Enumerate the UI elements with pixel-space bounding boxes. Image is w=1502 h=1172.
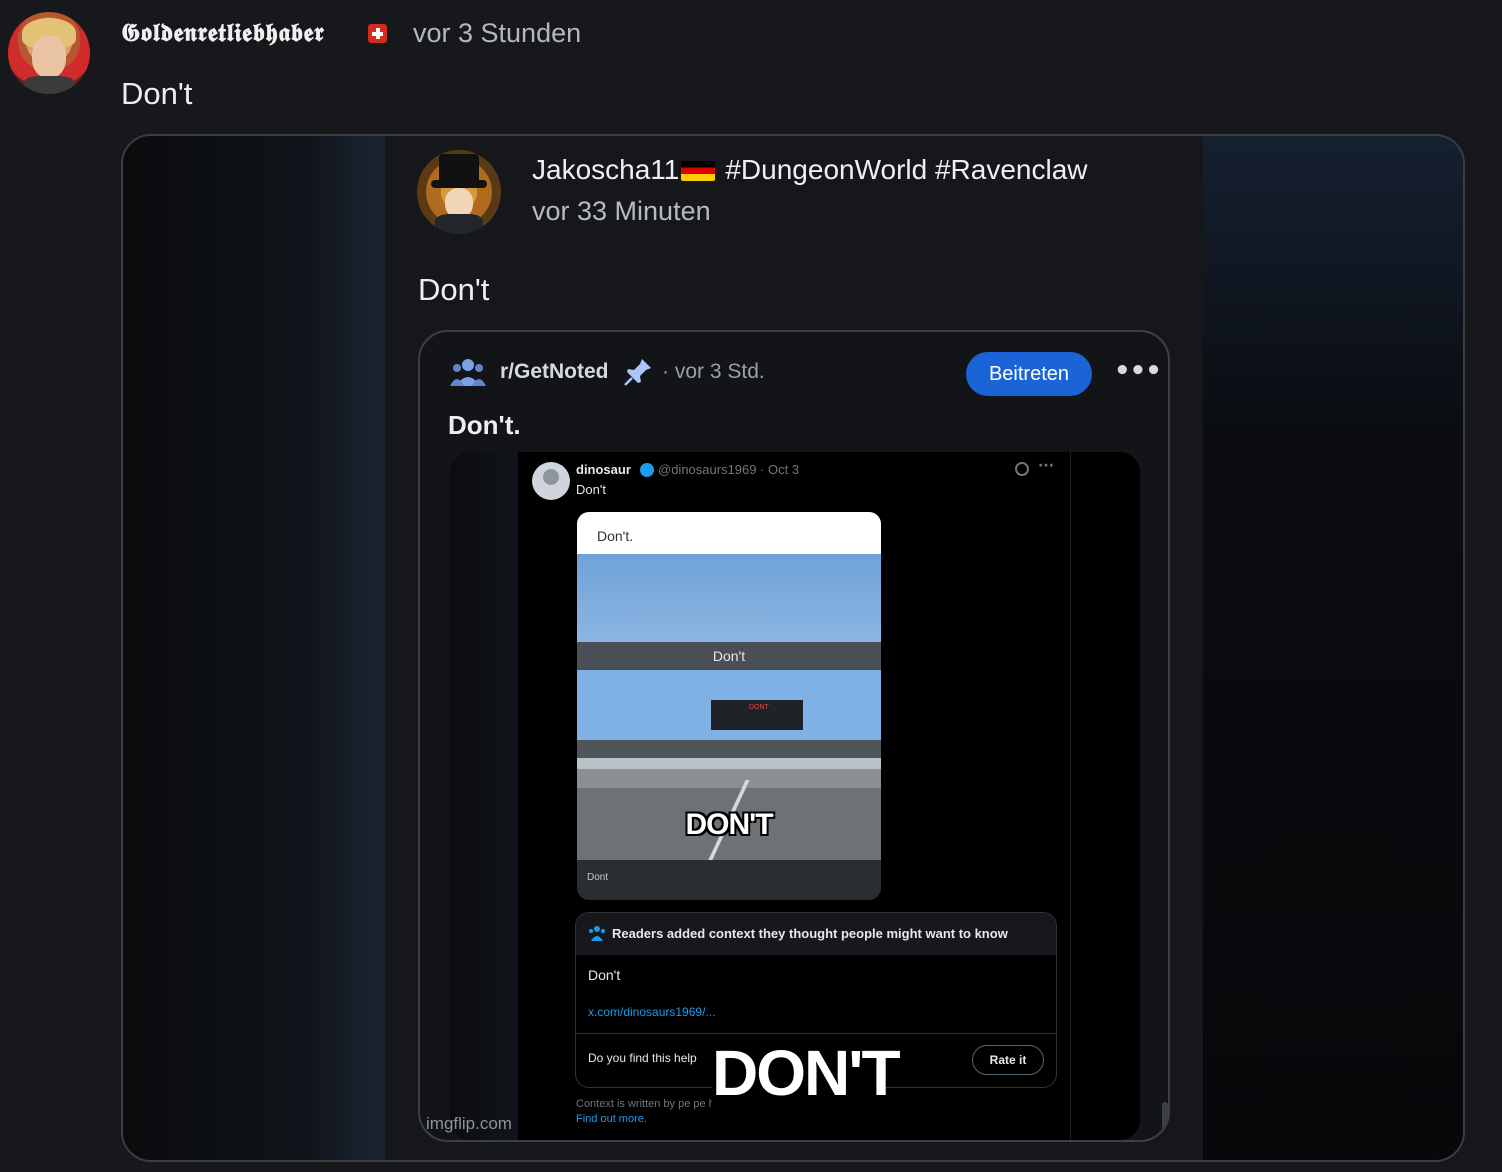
post-text: Don't	[121, 76, 193, 111]
tweet-avatar	[532, 462, 570, 500]
verified-badge-icon	[640, 463, 654, 477]
post-username[interactable]: 𝕲𝖔𝖑𝖉𝖊𝖓𝖗𝖊𝖙𝖑𝖎𝖊𝖇𝖍𝖆𝖇𝖊𝖗	[121, 18, 324, 48]
big-overlay-text: DON'T	[712, 1036, 901, 1110]
media-backdrop-right	[1201, 136, 1463, 1160]
tweet-text: Don't	[576, 482, 606, 497]
scroll-indicator	[1162, 1102, 1168, 1138]
post-header: 𝕲𝖔𝖑𝖉𝖊𝖓𝖗𝖊𝖙𝖑𝖎𝖊𝖇𝖍𝖆𝖇𝖊𝖗 vor 3 Stunden Don't	[0, 0, 1502, 130]
note-helpful-question: Do you find this help	[588, 1051, 697, 1065]
imgflip-watermark: imgflip.com	[426, 1114, 512, 1133]
tweet-more-icon: ···	[1038, 458, 1054, 474]
embedded-username-line: Jakoscha11 #DungeonWorld #Ravenclaw	[532, 154, 1088, 186]
meme-image: Don't. Don't DONT DON'T Dont	[577, 512, 881, 900]
community-name: r/GetNoted	[500, 360, 609, 383]
community-icon	[450, 359, 486, 386]
user-avatar[interactable]	[8, 12, 90, 94]
note-title: Readers added context they thought peopl…	[612, 926, 1008, 941]
embedded-user-avatar	[417, 150, 501, 234]
reddit-post-card: r/GetNoted · vor 3 Std. Beitreten ••• Do…	[418, 330, 1170, 1142]
german-flag-icon	[681, 161, 716, 181]
post-age: · vor 3 Std.	[662, 360, 765, 383]
rate-it-button: Rate it	[972, 1045, 1044, 1075]
grok-icon	[1015, 462, 1029, 476]
meme-caption-middle: Don't	[577, 642, 881, 670]
post-timestamp: vor 3 Stunden	[413, 18, 582, 48]
tweet-screenshot: dinosaur @dinosaurs1969 · Oct 3 ··· Don'…	[450, 452, 1140, 1140]
reddit-post-title: Don't.	[448, 410, 521, 440]
highway-photo: DONT DON'T	[577, 670, 881, 860]
tweet-author-name: dinosaur	[576, 462, 631, 477]
note-link: x.com/dinosaurs1969/...	[588, 1005, 716, 1019]
join-button: Beitreten	[966, 352, 1092, 396]
more-options-icon: •••	[1114, 356, 1162, 386]
note-body: Don't	[588, 967, 621, 983]
embedded-tags: #DungeonWorld #Ravenclaw	[725, 154, 1088, 185]
embedded-media-card[interactable]: Jakoscha11 #DungeonWorld #Ravenclaw vor 3…	[121, 134, 1465, 1162]
embedded-username: Jakoscha11	[532, 154, 680, 185]
media-backdrop-left	[123, 136, 385, 1160]
tweet-handle: @dinosaurs1969 · Oct 3	[658, 462, 800, 477]
meme-overlay-text: DON'T	[685, 808, 773, 841]
meme-caption-bottom: Dont	[587, 872, 609, 883]
readers-icon	[589, 926, 605, 941]
embedded-text: Don't	[418, 272, 490, 307]
find-out-more-link: Find out more.	[576, 1113, 647, 1125]
billboard-text: DONT	[749, 704, 769, 711]
embedded-post-screenshot: Jakoscha11 #DungeonWorld #Ravenclaw vor 3…	[385, 136, 1203, 1160]
embedded-timestamp: vor 33 Minuten	[532, 196, 711, 226]
meme-caption-top: Don't.	[577, 512, 881, 554]
pin-icon	[624, 359, 651, 386]
swiss-flag-icon	[368, 24, 387, 43]
